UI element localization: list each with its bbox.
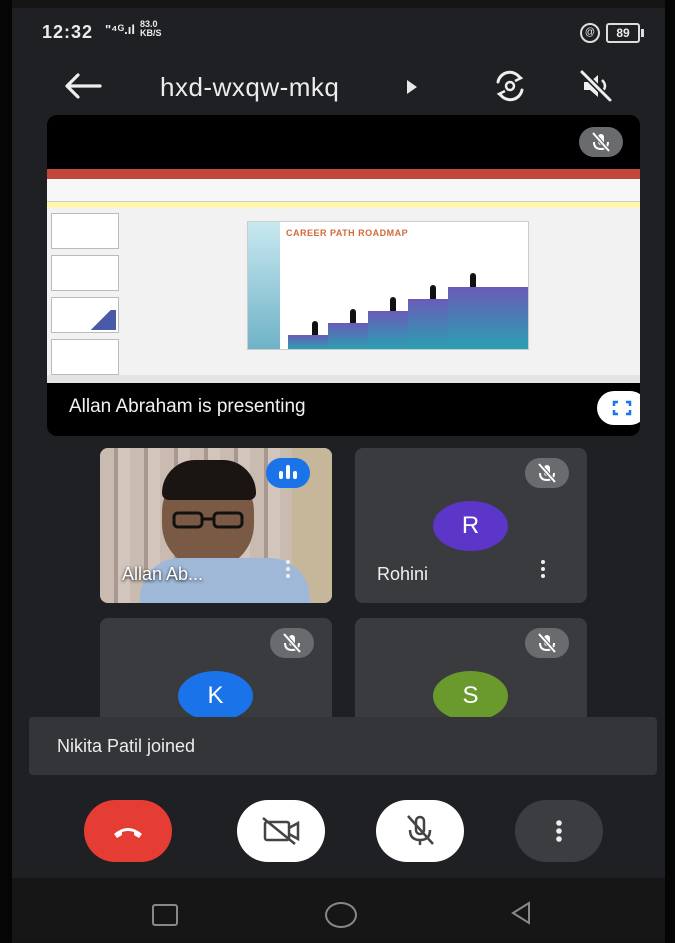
network-speed-unit: KB/S [140,28,162,38]
participant-tile-rohini[interactable]: R Rohini [355,448,587,603]
slide-thumbnail [51,213,119,249]
screen: 12:32 "⁴ᴳ.ıl 83.0 KB/S @ 89 hxd-wxqw-mkq [12,8,665,938]
participant-tile-k[interactable]: K [100,618,332,718]
signal-indicator: "⁴ᴳ.ıl [105,22,135,37]
participant-avatar: S [433,671,508,718]
participant-mic-off-badge [525,628,569,658]
meeting-code[interactable]: hxd-wxqw-mkq [160,72,339,103]
network-speed: 83.0 KB/S [140,20,162,38]
nav-back-icon[interactable] [509,900,533,926]
participant-name: Allan Ab... [122,564,204,584]
system-nav-bar [12,878,665,938]
app-title-bar [47,169,640,179]
vpn-icon: @ [580,23,600,43]
slide-title: CAREER PATH ROADMAP [286,228,409,238]
presentation-mic-off-badge [579,127,623,157]
mic-off-icon [537,462,557,484]
mic-off-icon [537,632,557,654]
participant-avatar: K [178,671,253,718]
slide-thumbnail [51,339,119,375]
battery-indicator: 89 [606,23,644,43]
participant-options-icon[interactable] [539,560,547,586]
end-call-button[interactable] [84,800,172,862]
back-arrow-icon[interactable] [62,70,102,102]
participant-avatar: R [433,501,508,551]
join-notification: Nikita Patil joined [29,717,657,775]
hang-up-icon [114,828,142,838]
participant-name: Rohini [377,564,429,584]
app-notification-bar [47,202,640,208]
app-ribbon [47,179,640,202]
fullscreen-button[interactable] [597,391,640,425]
switch-camera-icon[interactable] [492,68,528,104]
camera-off-icon [262,817,300,845]
mic-off-icon [591,131,611,153]
join-notification-text: Nikita Patil joined [57,736,196,756]
meeting-header: hxd-wxqw-mkq [12,58,665,114]
participant-mic-off-badge [525,458,569,488]
presenter-label: Allan Abraham is presenting [69,396,306,417]
device-frame-left [0,0,12,943]
device-frame-right [665,0,675,943]
career-steps-graphic [288,273,528,349]
speaking-indicator-icon [266,458,310,488]
app-status-bar [47,375,640,383]
fullscreen-icon [612,400,632,416]
participant-tile-allan[interactable]: Allan Ab... [100,448,332,603]
mic-toggle-button[interactable] [376,800,464,862]
meeting-details-arrow-icon[interactable] [407,80,417,94]
home-icon[interactable] [325,902,357,928]
speaker-off-icon[interactable] [578,68,614,104]
more-options-button[interactable] [515,800,603,862]
status-time: 12:32 [42,22,94,42]
presentation-card[interactable]: CAREER PATH ROADMAP Allan Abraham is pre… [47,115,640,436]
camera-toggle-button[interactable] [237,800,325,862]
participant-mic-off-badge [270,628,314,658]
slide-thumbnails [51,213,123,375]
status-bar: 12:32 "⁴ᴳ.ıl 83.0 KB/S @ 89 [12,8,665,46]
current-slide: CAREER PATH ROADMAP [247,221,529,350]
slide-thumbnail [51,255,119,291]
more-vert-icon [556,820,562,842]
mic-off-icon [407,815,434,845]
shared-screen: CAREER PATH ROADMAP [47,169,640,383]
slide-thumbnail [51,297,119,333]
glasses [172,511,244,529]
recent-apps-icon[interactable] [152,904,178,926]
mic-off-icon [282,632,302,654]
participant-tile-s[interactable]: S [355,618,587,718]
participant-options-icon[interactable] [284,560,292,586]
